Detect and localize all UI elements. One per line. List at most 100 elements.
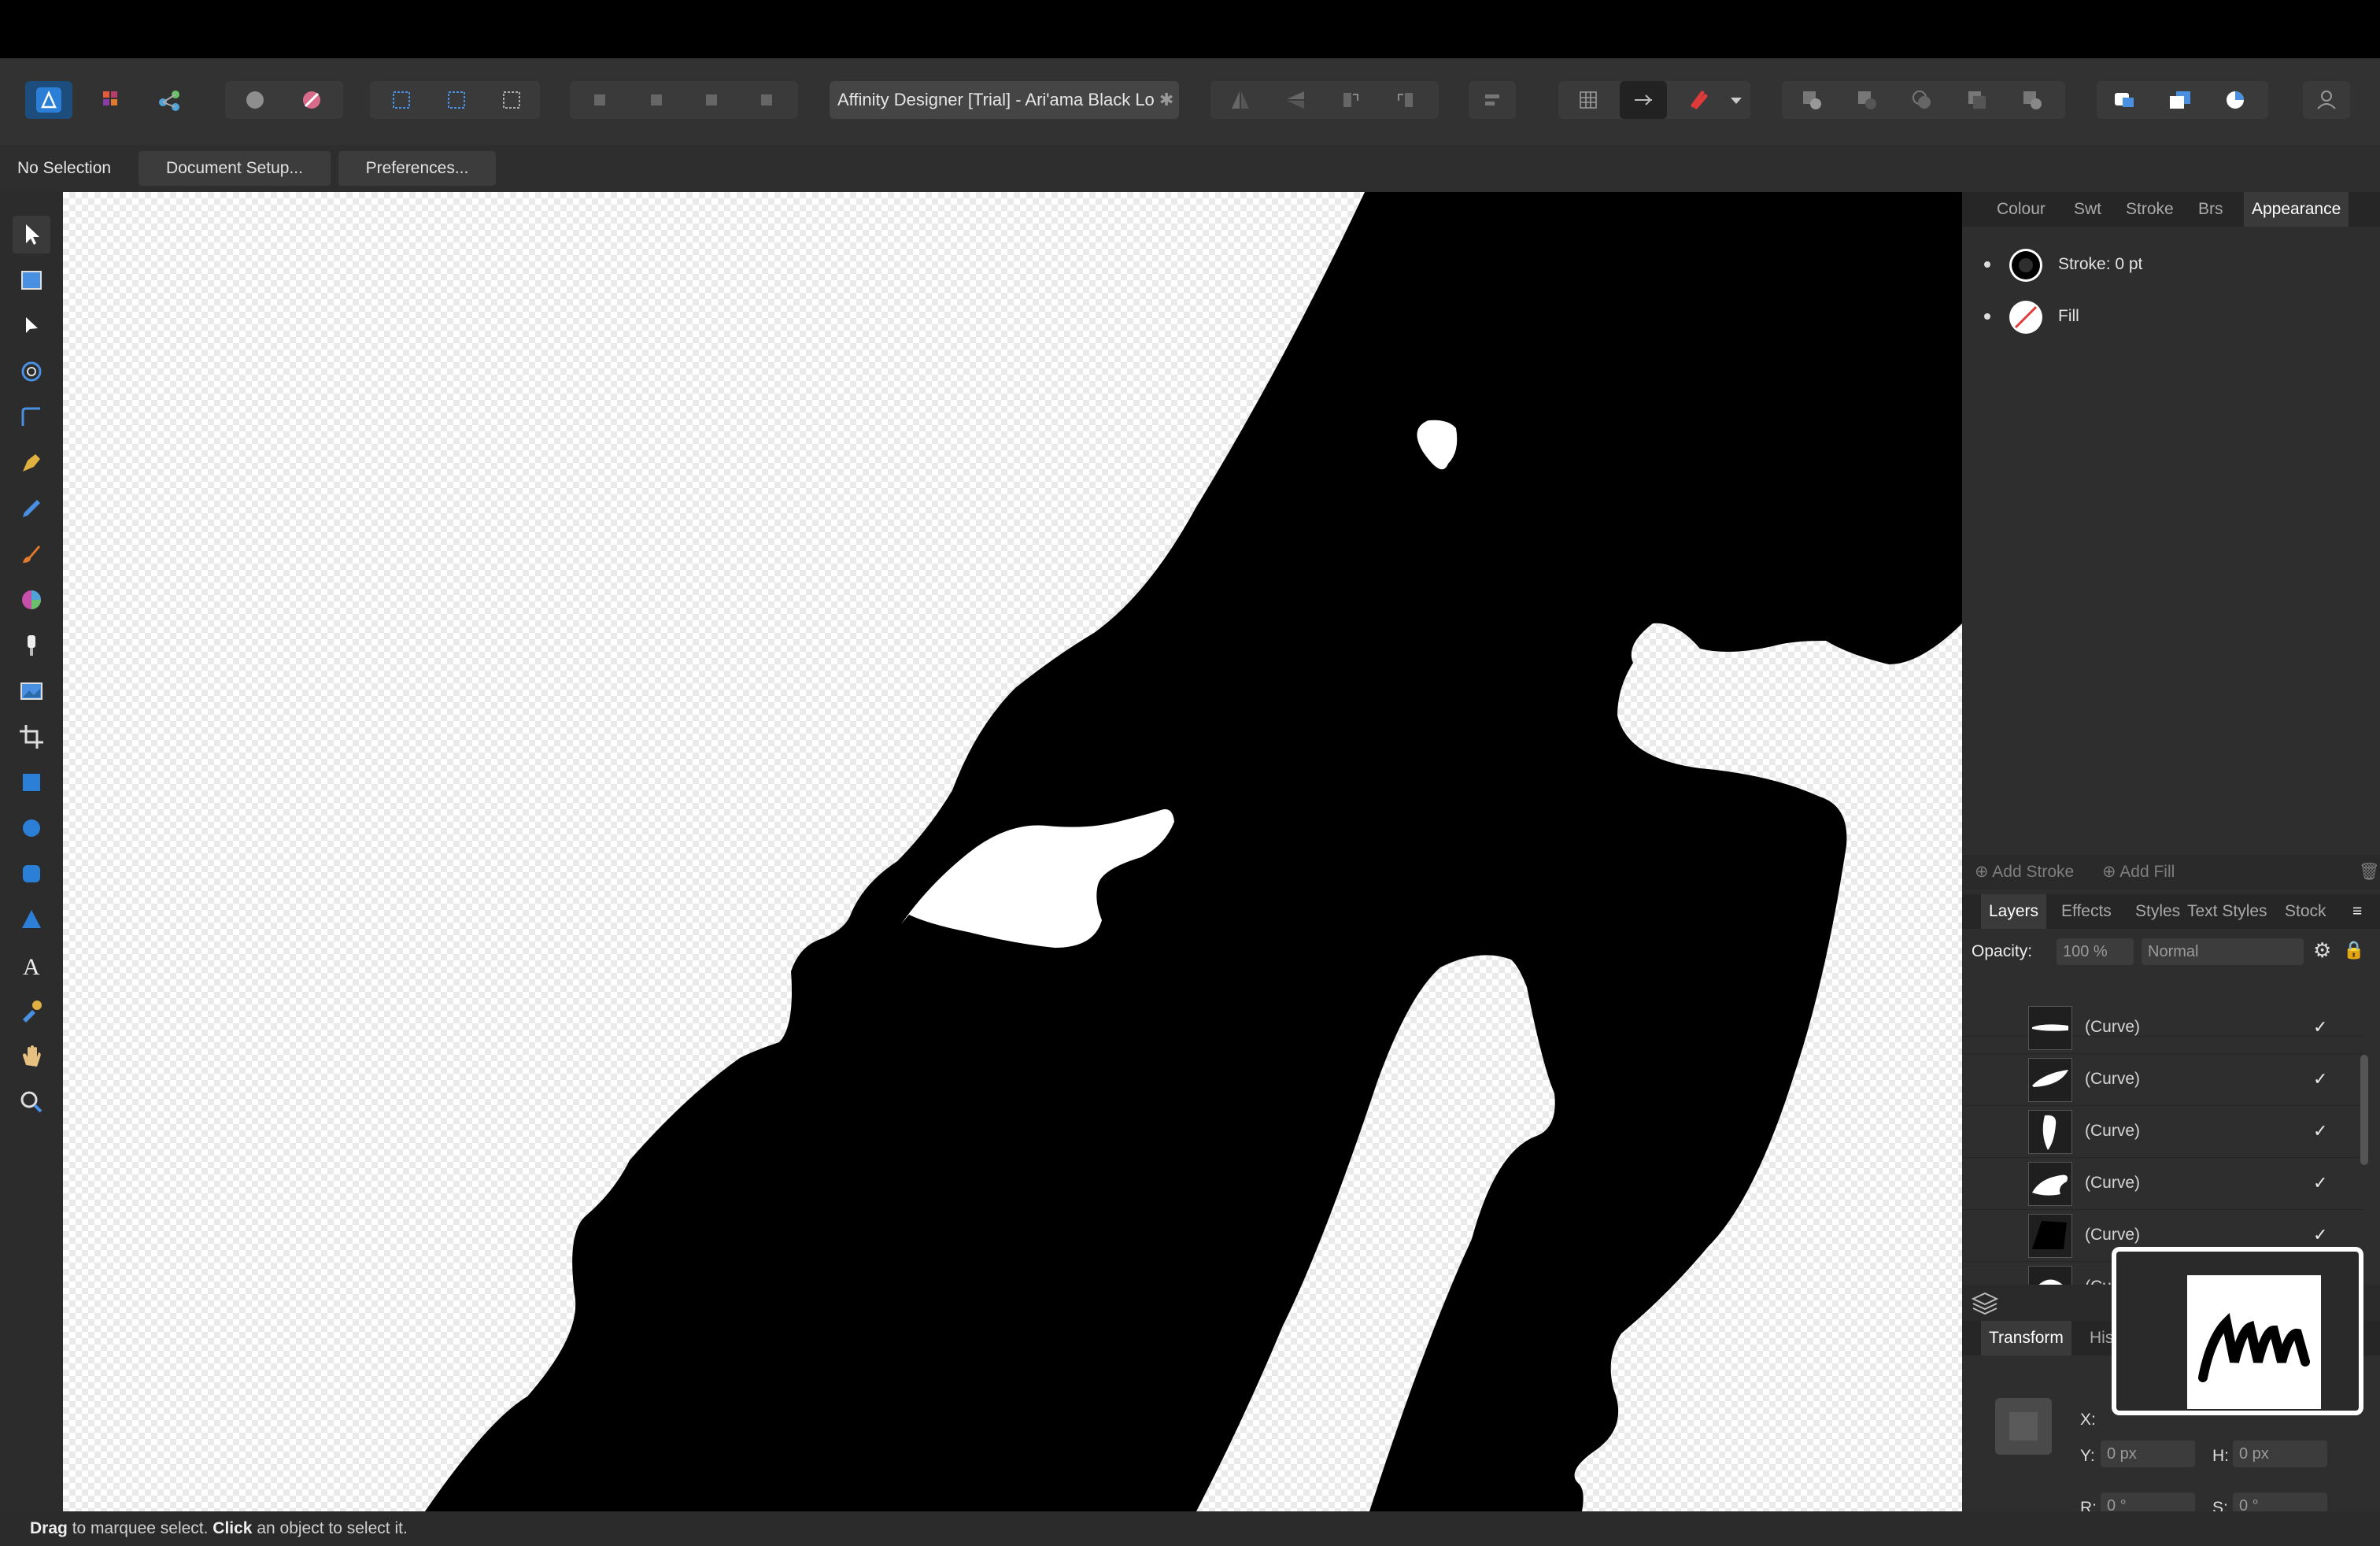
panel-menu-icon[interactable]: ≡	[2352, 894, 2362, 929]
x-label: X:	[2080, 1411, 2096, 1429]
transparency-tool-icon[interactable]	[13, 627, 50, 664]
y-field[interactable]: 0 px	[2101, 1441, 2195, 1467]
select-none-icon[interactable]	[433, 81, 480, 119]
triangle-tool-icon[interactable]	[13, 901, 50, 938]
select-all-icon[interactable]	[378, 81, 425, 119]
snapping-dropdown-icon[interactable]	[1722, 81, 1750, 119]
visibility-checkbox[interactable]: ✓	[2313, 1105, 2327, 1157]
xor-icon[interactable]	[1953, 81, 2001, 119]
navigator-preview[interactable]	[2112, 1247, 2363, 1415]
grid-icon[interactable]	[1565, 81, 1612, 119]
move-forward-icon[interactable]	[688, 81, 735, 119]
tab-stroke[interactable]: Stroke	[2126, 192, 2174, 227]
corner-tool-icon[interactable]	[13, 398, 50, 436]
fill-tool-icon[interactable]	[13, 581, 50, 619]
preferences-button[interactable]: Preferences...	[338, 151, 496, 186]
layer-row[interactable]: (Curve) ✓	[1962, 1001, 2363, 1054]
canvas[interactable]	[63, 192, 1962, 1511]
export-persona-icon[interactable]	[146, 81, 194, 119]
tab-appearance[interactable]: Appearance	[2244, 192, 2349, 227]
layers-scrollbar[interactable]	[2360, 1055, 2368, 1165]
tab-layers[interactable]: Layers	[1981, 894, 2047, 929]
artboard-tool-icon[interactable]	[13, 261, 50, 299]
pencil-tool-icon[interactable]	[13, 490, 50, 527]
context-toolbar: No Selection Document Setup... Preferenc…	[0, 145, 2380, 192]
layers-stack-icon[interactable]	[1972, 1291, 1998, 1315]
force-pixel-align-icon[interactable]	[1620, 81, 1667, 119]
move-to-back-icon[interactable]	[578, 81, 625, 119]
rotate-left-icon[interactable]	[1327, 81, 1374, 119]
black-brush-stroke[interactable]	[425, 192, 1962, 1511]
rounded-rectangle-tool-icon[interactable]	[13, 855, 50, 893]
flip-horizontal-icon[interactable]	[1217, 81, 1264, 119]
pixel-persona-icon[interactable]	[88, 81, 135, 119]
insert-inside-icon[interactable]	[2212, 81, 2259, 119]
tab-colour[interactable]: Colour	[1997, 192, 2046, 227]
svg-text:A: A	[23, 954, 40, 980]
pen-tool-icon[interactable]	[13, 444, 50, 482]
tab-styles[interactable]: Styles	[2135, 894, 2180, 929]
tab-transform[interactable]: Transform	[1981, 1321, 2071, 1356]
insert-top-icon[interactable]	[2156, 81, 2204, 119]
h-field[interactable]: 0 px	[2233, 1441, 2327, 1467]
lock-icon[interactable]: 🔒	[2343, 940, 2364, 960]
fill-swatch-icon[interactable]	[2008, 299, 2044, 335]
layer-name: (Curve)	[2085, 1174, 2141, 1192]
contour-tool-icon[interactable]	[13, 353, 50, 390]
layer-row[interactable]: (Curve) ✓	[1962, 1157, 2363, 1210]
intersect-icon[interactable]	[1898, 81, 1946, 119]
add-stroke-button[interactable]: ⊕ Add Stroke	[1975, 855, 2074, 890]
vector-crop-tool-icon[interactable]	[13, 718, 50, 756]
add-fill-label: Add Fill	[2119, 863, 2175, 881]
tab-effects[interactable]: Effects	[2061, 894, 2112, 929]
document-title[interactable]: Affinity Designer [Trial] - Ari'ama Blac…	[830, 81, 1179, 119]
divide-icon[interactable]	[2009, 81, 2056, 119]
artistic-text-tool-icon[interactable]: A	[13, 946, 50, 984]
move-tool-icon[interactable]	[13, 216, 50, 253]
rectangle-tool-icon[interactable]	[13, 764, 50, 801]
ellipse-tool-icon[interactable]	[13, 809, 50, 847]
tab-history[interactable]: His	[2090, 1321, 2113, 1356]
tab-stock[interactable]: Stock	[2285, 894, 2326, 929]
opacity-field[interactable]: 100 %	[2057, 938, 2134, 965]
flip-vertical-icon[interactable]	[1272, 81, 1319, 119]
visibility-checkbox[interactable]: ✓	[2313, 1053, 2327, 1105]
subtract-icon[interactable]	[1843, 81, 1890, 119]
document-setup-button[interactable]: Document Setup...	[139, 151, 331, 186]
assistant-icon[interactable]	[288, 81, 335, 119]
designer-persona-icon[interactable]	[25, 81, 72, 119]
visibility-checkbox[interactable]: ✓	[2313, 1157, 2327, 1209]
node-tool-icon[interactable]	[13, 307, 50, 345]
tab-swatches[interactable]: Swt	[2074, 192, 2101, 227]
select-inverse-icon[interactable]	[488, 81, 535, 119]
view-tool-icon[interactable]	[13, 1037, 50, 1075]
navigator-thumbnail	[2116, 1252, 2359, 1411]
snapping-magnet-icon[interactable]	[1675, 81, 1722, 119]
anchor-selector-icon[interactable]	[1992, 1395, 2055, 1458]
artwork[interactable]	[63, 192, 1962, 1511]
insert-behind-icon[interactable]	[2101, 81, 2149, 119]
add-fill-button[interactable]: ⊕ Add Fill	[2102, 855, 2175, 890]
vector-brush-tool-icon[interactable]	[13, 535, 50, 573]
colour-picker-tool-icon[interactable]	[13, 992, 50, 1030]
trash-icon[interactable]: 🗑	[2359, 855, 2380, 890]
align-icon[interactable]	[1469, 81, 1516, 119]
appearance-stroke-row[interactable]: Stroke: 0 pt	[1970, 239, 2363, 290]
blend-mode-select[interactable]: Normal	[2142, 938, 2304, 965]
stroke-swatch-icon[interactable]	[2008, 247, 2044, 283]
rotate-right-icon[interactable]	[1382, 81, 1429, 119]
gear-icon[interactable]: ⚙	[2313, 938, 2331, 963]
layer-row[interactable]: (Curve) ✓	[1962, 1053, 2363, 1106]
move-back-icon[interactable]	[633, 81, 680, 119]
snapping-sync-icon[interactable]	[231, 81, 279, 119]
appearance-fill-row[interactable]: Fill	[1970, 291, 2363, 342]
account-icon[interactable]	[2303, 81, 2350, 119]
place-image-tool-icon[interactable]	[13, 672, 50, 710]
zoom-tool-icon[interactable]	[13, 1083, 50, 1121]
tab-text-styles[interactable]: Text Styles	[2187, 894, 2267, 929]
tab-brushes[interactable]: Brs	[2198, 192, 2223, 227]
layer-row[interactable]: (Curve) ✓	[1962, 1105, 2363, 1158]
visibility-checkbox[interactable]: ✓	[2313, 1001, 2327, 1053]
add-icon[interactable]	[1788, 81, 1835, 119]
move-to-front-icon[interactable]	[743, 81, 790, 119]
